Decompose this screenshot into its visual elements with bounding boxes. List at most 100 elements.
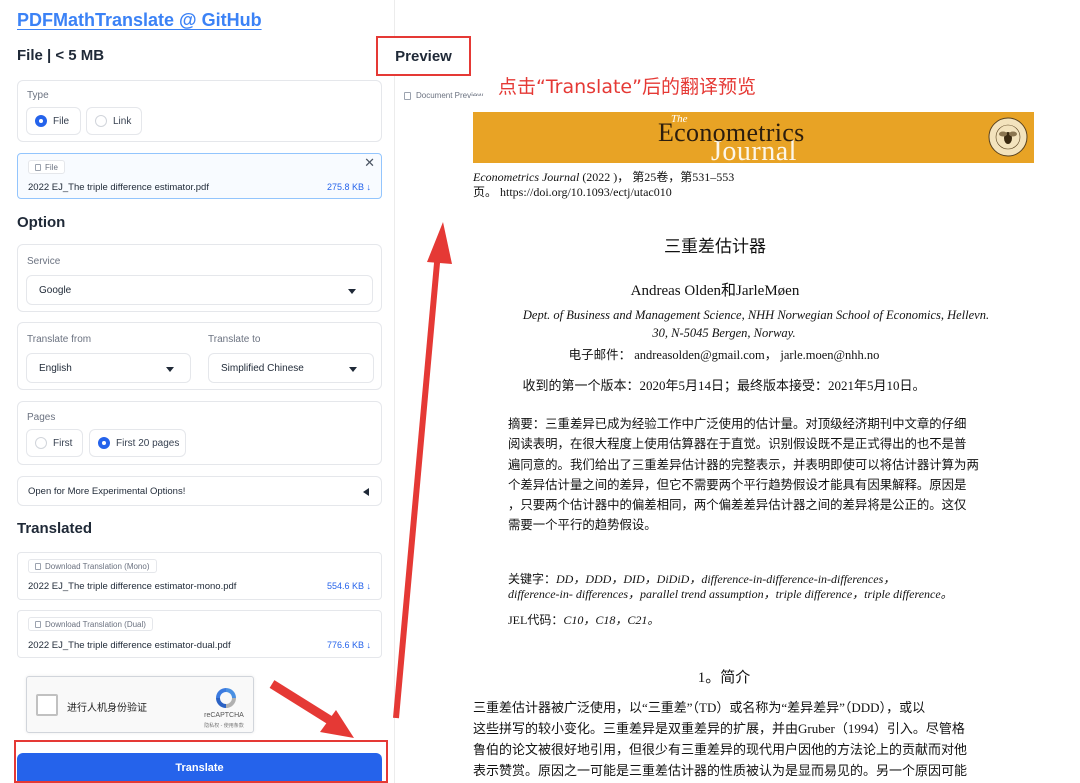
repo-link[interactable]: PDFMathTranslate @ GitHub [17, 10, 262, 31]
type-group: Type File Link [17, 80, 382, 142]
body-line: 三重差估计器被广泛使用，以“三重差”（TD）或名称为“差异差异”（DDD），或以 [473, 700, 926, 715]
citation-journal: Econometrics Journal [473, 170, 580, 184]
uploaded-file[interactable]: File ✕ 2022 EJ_The triple difference est… [17, 153, 382, 199]
abstract-line: 遍同意的。我们给出了三重差异估计器的完整表示，并表明即使可以将估计器计算为两 [508, 457, 979, 472]
download-dual[interactable]: Download Translation (Dual) 2022 EJ_The … [17, 610, 382, 658]
service-value: Google [39, 284, 72, 296]
translated-section-title: Translated [17, 520, 93, 537]
banner-econometrics: Econometrics [658, 118, 805, 147]
pages-radio-first[interactable]: First [26, 429, 83, 457]
dual-file-size[interactable]: 776.6 KB ↓ [327, 640, 371, 650]
collapse-triangle-icon [363, 488, 369, 496]
received-dates: 收到的第一个版本：2020年5月14日；最终版本接受：2021年5月10日。 [522, 378, 926, 393]
dropdown-caret-icon [348, 289, 356, 294]
uploaded-file-name[interactable]: 2022 EJ_The triple difference estimator.… [28, 182, 209, 193]
type-option-file: File [53, 115, 70, 127]
paper-authors: Andreas Olden和JarleMøen [630, 283, 800, 299]
pages-radio-first-20[interactable]: First 20 pages [89, 429, 186, 457]
pages-label: Pages [27, 412, 56, 423]
body-line: 鲁伯的论文被很好地引用，但很少有三重差异的现代用户因他的方法论上的贡献而对他 [473, 742, 968, 757]
file-section-title: File | < 5 MB [17, 47, 105, 64]
recaptcha-checkbox[interactable] [36, 694, 58, 716]
radio-unselected-icon [35, 437, 47, 449]
recaptcha-brand: reCAPTCHA [204, 712, 244, 719]
download-dual-chip: Download Translation (Dual) [28, 617, 153, 631]
type-option-link: Link [113, 115, 132, 127]
close-icon[interactable]: ✕ [364, 155, 375, 171]
affiliation-line-1: Dept. of Business and Management Science… [522, 308, 990, 322]
intro-paragraph: 三重差估计器被广泛使用，以“三重差”（TD）或名称为“差异差异”（DDD），或以… [473, 697, 1078, 781]
tab-preview[interactable]: Preview [376, 36, 471, 76]
citation-line-2: 页。 https://doi.org/10.1093/ectj/utac010 [473, 185, 672, 199]
abstract-line: 个差异估计量之间的差异，但它不需要两个平行趋势假设才能具有因果解释。原因是 [508, 477, 967, 492]
recaptcha-widget: 进行人机身份验证 reCAPTCHA 隐私权 - 使用条款 [26, 676, 254, 733]
service-select[interactable]: Google [26, 275, 373, 305]
radio-selected-icon [35, 115, 47, 127]
dropdown-caret-icon [166, 367, 174, 372]
pages-group: Pages First First 20 pages [17, 401, 382, 465]
experimental-options-toggle[interactable]: Open for More Experimental Options! [17, 476, 382, 506]
keywords-line-2: difference-in- differences，parallel tren… [508, 587, 953, 601]
jel-codes: JEL代码：C10，C18，C21。 [508, 611, 659, 628]
recaptcha-terms[interactable]: 隐私权 - 使用条款 [199, 722, 249, 729]
document-preview: The Journal Econometrics Econometrics Jo… [470, 96, 1080, 783]
paper-title: 三重差估计器 [664, 237, 766, 256]
file-icon [35, 163, 41, 171]
abstract-line: 需要一个平行的趋势假设。 [508, 518, 657, 533]
control-panel: PDFMathTranslate @ GitHub File | < 5 MB … [0, 0, 395, 783]
mono-file-name[interactable]: 2022 EJ_The triple difference estimator-… [28, 581, 236, 592]
file-chip: File [28, 160, 65, 174]
abstract-line: 阅读表明，在很大程度上使用估算器在于直觉。识别假设既不是正式得出的也不是普 [508, 437, 967, 452]
body-line: 表示赞赏。原因之一可能是三重差估计器的性质被认为是显而易见的。另一个原因可能 [473, 763, 968, 778]
translate-to-label: Translate to [208, 334, 261, 345]
citation-rest: (2022 )， 第25卷，第531–553 [579, 170, 735, 184]
service-group: Service Google [17, 244, 382, 312]
author-emails: 电子邮件： andreasolden@gmail.com， jarle.moen… [568, 348, 880, 362]
translate-to-select[interactable]: Simplified Chinese [208, 353, 374, 383]
recaptcha-logo-icon [216, 688, 236, 708]
experimental-options-label: Open for More Experimental Options! [28, 485, 186, 497]
abstract-line: 摘要：三重差异已成为经验工作中广泛使用的估计量。对顶级经济期刊中文章的仔细 [508, 417, 967, 431]
pages-option-first: First [53, 437, 73, 449]
download-mono[interactable]: Download Translation (Mono) 2022 EJ_The … [17, 552, 382, 600]
section-heading: 1。简介 [697, 670, 751, 686]
option-section-title: Option [17, 214, 66, 231]
keywords-label: 关键字： [508, 572, 557, 586]
jel-values: C10，C18，C21。 [563, 613, 660, 627]
translate-from-select[interactable]: English [26, 353, 191, 383]
pages-option-first-20: First 20 pages [116, 437, 180, 449]
radio-unselected-icon [95, 115, 107, 127]
type-radio-link[interactable]: Link [86, 107, 142, 135]
translate-to-value: Simplified Chinese [221, 362, 304, 374]
arrow-to-preview-icon [393, 222, 452, 719]
file-icon [404, 91, 411, 100]
dropdown-caret-icon [349, 367, 357, 372]
body-line: 这些拼写的较小变化。三重差异是双重差异的扩展，并由Gruber（1994）引入。… [473, 721, 965, 736]
download-mono-chip: Download Translation (Mono) [28, 559, 157, 573]
language-group: Translate from Translate to English Simp… [17, 322, 382, 390]
download-mono-chip-label: Download Translation (Mono) [45, 561, 150, 571]
service-label: Service [27, 256, 61, 267]
society-seal-icon [988, 117, 1028, 157]
journal-banner: The Journal Econometrics [473, 112, 1034, 167]
translate-from-value: English [39, 362, 72, 374]
radio-selected-icon [98, 437, 110, 449]
file-chip-label: File [45, 162, 58, 172]
abstract-line: ，只要两个估计器中的偏差相同，两个偏差差异估计器之间的差异将是公正的。这仅 [508, 498, 967, 513]
annotation-text: 点击“Translate”后的翻译预览 [498, 76, 756, 98]
translate-from-label: Translate from [27, 334, 92, 345]
type-label: Type [27, 90, 49, 101]
uploaded-file-size: 275.8 KB ↓ [326, 182, 371, 192]
dual-file-name[interactable]: 2022 EJ_The triple difference estimator-… [28, 640, 231, 651]
highlight-frame [14, 740, 388, 783]
recaptcha-text: 进行人机身份验证 [67, 703, 147, 714]
download-dual-chip-label: Download Translation (Dual) [45, 619, 146, 629]
jel-label: JEL代码： [508, 613, 564, 627]
file-icon [35, 562, 41, 570]
type-radio-file[interactable]: File [26, 107, 81, 135]
affiliation-line-2: 30, N-5045 Bergen, Norway. [652, 326, 796, 340]
abstract: 摘要：三重差异已成为经验工作中广泛使用的估计量。对顶级经济期刊中文章的仔细 阅读… [508, 414, 998, 536]
keywords-values: DD，DDD，DID，DiDiD，difference-in-differenc… [556, 572, 896, 586]
file-icon [35, 620, 41, 628]
mono-file-size[interactable]: 554.6 KB ↓ [327, 581, 371, 591]
